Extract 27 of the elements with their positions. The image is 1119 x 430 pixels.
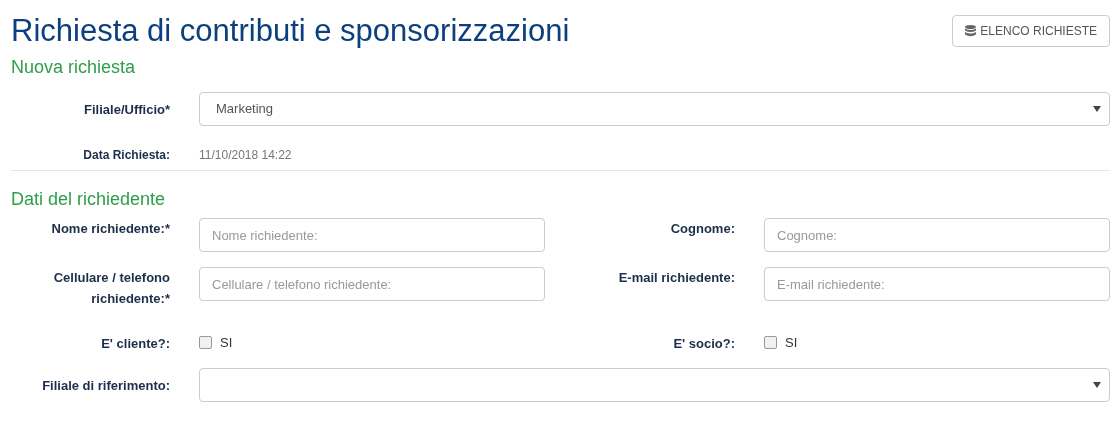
dropdown-caret-icon <box>1093 382 1101 388</box>
field-label: Nome richiedente:* <box>50 220 170 238</box>
field-label: Filiale/Ufficio* <box>83 100 170 119</box>
field-label: Data Richiesta: <box>83 147 170 164</box>
checkbox[interactable] <box>764 336 777 350</box>
request-list-button[interactable]: ELENCO RICHIESTE <box>952 15 1110 47</box>
checkbox-label: SI <box>785 334 798 352</box>
section-heading: Nuova richiesta <box>11 56 137 79</box>
text-field[interactable]: E-mail richiedente: <box>764 267 1110 301</box>
checkbox-label: SI <box>220 334 233 352</box>
page-title: Richiesta di contributi e sponsorizzazioni <box>11 12 570 50</box>
office-select[interactable]: Marketing <box>199 92 1110 126</box>
field-label: E-mail richiedente: <box>617 269 735 287</box>
text-field[interactable]: Cognome: <box>764 218 1110 252</box>
field-label: Cellulare / telefono richiedente:* <box>52 269 170 308</box>
field-label: E' cliente?: <box>100 335 170 353</box>
text-field[interactable]: Cellulare / telefono richiedente: <box>199 267 545 301</box>
database-icon <box>965 25 977 37</box>
section-heading: Dati del richiedente <box>11 188 167 211</box>
text-field[interactable]: Nome richiedente: <box>199 218 545 252</box>
field-label: Filiale di riferimento: <box>41 376 170 395</box>
field-label: Cognome: <box>669 220 735 238</box>
branch-select[interactable] <box>199 368 1110 402</box>
dropdown-caret-icon <box>1093 106 1101 112</box>
checkbox[interactable] <box>199 336 212 350</box>
request-date: 11/10/2018 14:22 <box>199 147 292 164</box>
field-label: E' socio?: <box>672 335 735 353</box>
